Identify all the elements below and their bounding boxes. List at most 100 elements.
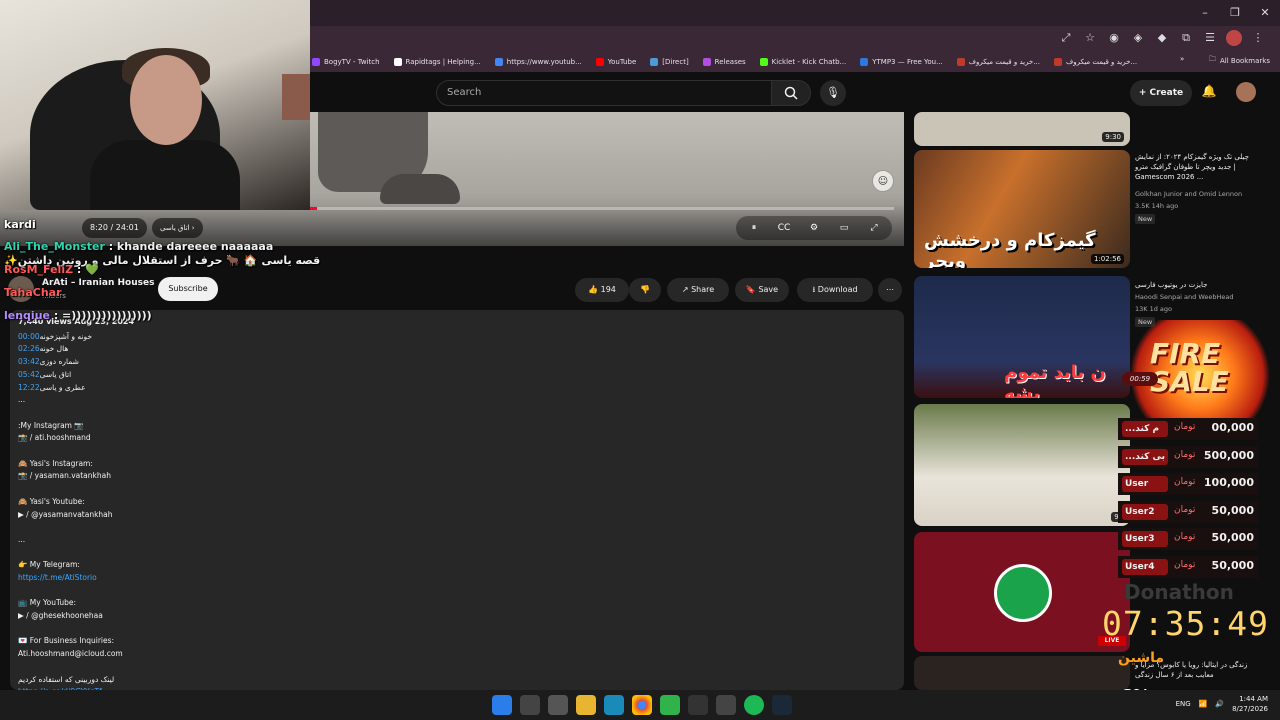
save-button[interactable]: 🔖 Save: [735, 278, 789, 302]
system-clock[interactable]: 1:44 AM 8/27/2026: [1232, 694, 1268, 714]
autoplay-toggle-icon[interactable]: ⏸: [742, 218, 766, 238]
description-panel[interactable]: [10, 310, 904, 690]
save-label: Save: [758, 285, 779, 294]
download-button[interactable]: ⭳ Download: [797, 278, 873, 302]
video-frame-content: [380, 174, 460, 204]
chapter-button[interactable]: اتاق یاسی ›: [152, 218, 203, 238]
bookmark-star-icon[interactable]: ☆: [1082, 30, 1098, 46]
create-label: Create: [1149, 88, 1184, 98]
bookmark-label: خرید و قیمت میکروف...: [1065, 58, 1138, 66]
donor-name: User2: [1122, 503, 1168, 520]
bookmark-label: [Direct]: [662, 58, 689, 66]
bookmark-item[interactable]: Rapidtags | Helping...: [393, 58, 481, 66]
description-line: 🙈 Yasi's Instagram:: [18, 458, 93, 468]
donation-row: User4 تومان 50,000: [1118, 555, 1258, 578]
bookmark-favicon-icon: [595, 58, 604, 66]
description-link[interactable]: https://t.me/AtiStorio: [18, 572, 134, 585]
bookmark-item[interactable]: https://www.youtub...: [494, 58, 582, 66]
sale-timer: 00:59: [1122, 372, 1158, 386]
new-badge: New: [1135, 214, 1156, 224]
windows-taskbar: ENG 📶 🔊 1:44 AM 8/27/2026: [0, 690, 1280, 720]
spotify-icon[interactable]: [744, 695, 764, 715]
account-avatar[interactable]: [1236, 82, 1256, 102]
search-button[interactable]: [771, 80, 811, 106]
all-bookmarks-label: All Bookmarks: [1219, 56, 1270, 65]
bookmark-item[interactable]: YTMP3 — Free You...: [860, 58, 943, 66]
task-view-icon[interactable]: [548, 695, 568, 715]
file-explorer-icon[interactable]: [576, 695, 596, 715]
bookmark-label: Kicklet - Kick Chatb...: [771, 58, 847, 66]
chapter-name: هال خونه: [39, 344, 69, 354]
notifications-bell-icon[interactable]: 🔔: [1200, 84, 1218, 102]
bookmark-item[interactable]: خرید و قیمت میکروف...: [956, 58, 1040, 66]
extension-icon[interactable]: ◈: [1130, 30, 1146, 46]
all-bookmarks-button[interactable]: 🗀 All Bookmarks: [1209, 55, 1270, 66]
bookmarks-overflow-icon[interactable]: »: [1180, 55, 1184, 63]
donation-row: User3 تومان 50,000: [1118, 528, 1258, 550]
thumbnail-text: ن باید تموم بشه: [1004, 362, 1106, 398]
profile-avatar[interactable]: [1226, 30, 1242, 46]
volume-icon[interactable]: 🔊: [1215, 700, 1224, 708]
bookmark-item[interactable]: Kicklet - Kick Chatb...: [759, 58, 847, 66]
puzzle-icon[interactable]: ⧉: [1178, 30, 1194, 46]
extension-icon[interactable]: ◉: [1106, 30, 1122, 46]
tab-search-icon[interactable]: ☰: [1202, 30, 1218, 46]
chat-username: kardi: [4, 218, 36, 231]
bookmark-item[interactable]: [Direct]: [650, 58, 689, 66]
minimize-button[interactable]: –: [1190, 0, 1220, 26]
bookmark-item[interactable]: BogyTV - Twitch: [312, 58, 380, 66]
app-icon[interactable]: [660, 695, 680, 715]
bookmark-item[interactable]: خرید و قیمت میکروف...: [1053, 58, 1138, 66]
like-button[interactable]: 👍 194: [575, 278, 629, 302]
chapter-name: عطری و یاسی: [39, 382, 86, 392]
chapter-timestamp[interactable]: 03:42: [18, 357, 40, 366]
recommendation-thumbnail[interactable]: [914, 532, 1130, 652]
recommendation-title[interactable]: چیلی تک ویژه گیمزکام ۲۰۲۴: از نمایش جدید…: [1135, 152, 1255, 182]
chapter-timestamp[interactable]: 02:26: [18, 344, 40, 353]
app-icon[interactable]: [716, 695, 736, 715]
captions-icon[interactable]: CC: [772, 218, 796, 238]
chapter-timestamp[interactable]: 05:42: [18, 370, 40, 379]
search-icon[interactable]: [520, 695, 540, 715]
chapter-timestamp[interactable]: 00:00: [18, 332, 40, 341]
folder-icon: 🗀: [1208, 55, 1216, 63]
extension-icon[interactable]: ◆: [1154, 30, 1170, 46]
settings-gear-icon[interactable]: ⚙: [802, 218, 826, 238]
more-actions-button[interactable]: ⋯: [878, 278, 902, 302]
recommendation-thumbnail[interactable]: گیمزکام و درخشش ویچر 1:02:56: [914, 150, 1130, 268]
subscribe-button[interactable]: Subscribe: [158, 277, 218, 301]
start-icon[interactable]: [492, 695, 512, 715]
recommendation-thumbnail[interactable]: 9:: [914, 404, 1130, 526]
theater-mode-icon[interactable]: ▭: [832, 218, 856, 238]
recommendation-channel[interactable]: Golkhan Junior and Omid Lennon: [1135, 190, 1242, 199]
chapter-timestamp[interactable]: 12:22: [18, 383, 40, 392]
taskbar-apps: [492, 695, 792, 715]
channel-watermark-icon[interactable]: ☺: [872, 170, 894, 192]
goal-label: ماشین: [1118, 650, 1165, 666]
microphone-icon[interactable]: 🎙: [820, 80, 846, 106]
install-icon[interactable]: ⤢: [1058, 30, 1074, 46]
recommendation-thumbnail[interactable]: 9:30: [914, 112, 1130, 146]
network-icon[interactable]: 📶: [1199, 700, 1208, 708]
close-button[interactable]: ✕: [1250, 0, 1280, 26]
fullscreen-icon[interactable]: ⤢: [862, 218, 886, 238]
chapter-name: شماره دوزی: [39, 357, 79, 367]
maximize-button[interactable]: ❐: [1220, 0, 1250, 26]
steam-icon[interactable]: [772, 695, 792, 715]
search-input[interactable]: Search: [436, 80, 772, 106]
obs-icon[interactable]: [688, 695, 708, 715]
dislike-button[interactable]: 👎: [629, 278, 661, 302]
app-icon[interactable]: [604, 695, 624, 715]
bookmark-item[interactable]: YouTube: [595, 58, 636, 66]
recommendation-channel[interactable]: Haoodi Senpai and WeebHead: [1135, 293, 1234, 302]
recommendation-thumbnail[interactable]: ن باید تموم بشه: [914, 276, 1130, 398]
menu-icon[interactable]: ⋮: [1250, 30, 1266, 46]
recommendation-title[interactable]: جایزت در یوتیوب فارسی: [1135, 280, 1255, 290]
chrome-icon[interactable]: [632, 695, 652, 715]
recommendation-thumbnail[interactable]: [914, 656, 1130, 690]
share-button[interactable]: ↗ Share: [667, 278, 729, 302]
donation-row: ...م کند تومان 00,000: [1118, 418, 1258, 440]
bookmark-item[interactable]: Releases: [702, 58, 746, 66]
language-indicator[interactable]: ENG: [1176, 700, 1191, 708]
create-button[interactable]: + Create: [1130, 80, 1192, 106]
